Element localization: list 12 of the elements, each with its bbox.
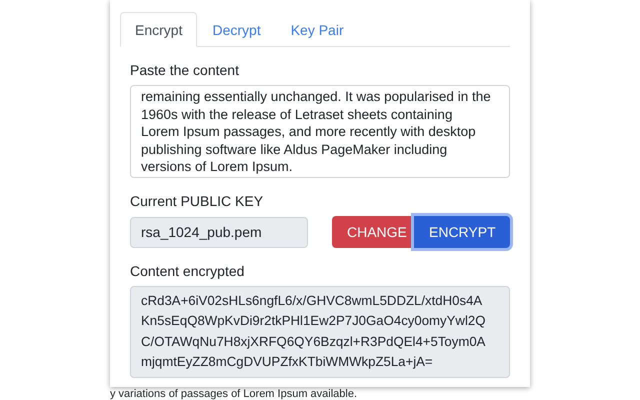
content-textarea[interactable]: remaining essentially unchanged. It was popularised in the 1960s with the release of Letraset sheets containing Lorem Ipsum passages, and more recently with desktop publishing software like Aldus PageMaker including versions of Lorem Ipsum. <box>130 85 510 178</box>
field-label: Content encrypted <box>130 263 246 279</box>
field-label: Paste the content <box>130 62 240 78</box>
page-text: y variations of passages of Lorem Ipsum available. <box>110 388 358 400</box>
tab[interactable]: Key Pair <box>276 12 359 47</box>
key-file-field: rsa_1024_pub.pem <box>130 216 308 248</box>
tab[interactable]: Encrypt <box>120 12 198 47</box>
field-label: Current PUBLIC KEY <box>130 193 264 209</box>
encrypt-button[interactable]: ENCRYPT <box>414 216 510 248</box>
encrypted-textarea: cRd3A+6iV02sHLs6ngfL6/x/GHVC8wmL5DDZL/xtdH0s4A Kn5sEqQ8WpKvDi9r2tkPHl1Ew2P7J0GaO4cy0omyYwl2Q C/OTAWqNu7H8xjXRFQ6QY6Bzqzl+R3PdQEl4+5Toym0A mjqmtEyZZ8mCgDVUPZfxKTbiWMWkpZ5La+jA= <box>130 286 510 378</box>
change-button[interactable]: CHANGE <box>332 216 414 248</box>
tab[interactable]: Decrypt <box>197 12 276 47</box>
